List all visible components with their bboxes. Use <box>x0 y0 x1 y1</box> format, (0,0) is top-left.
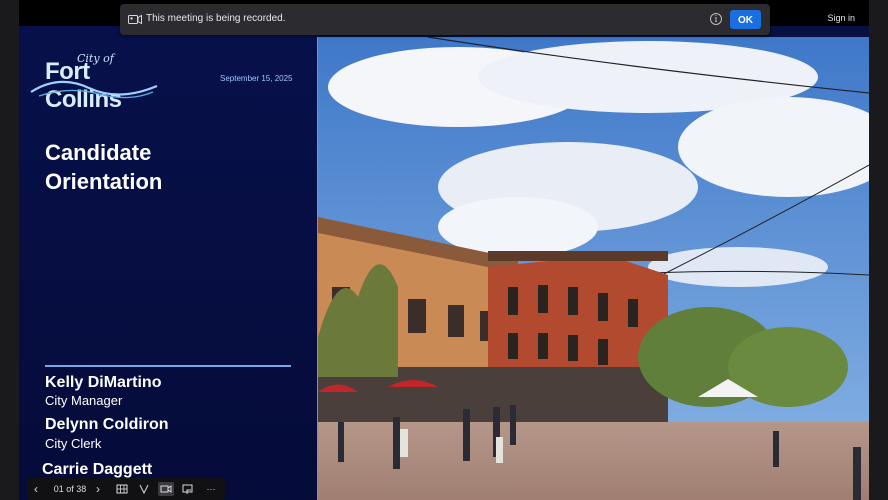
presenter-name: Kelly DiMartino <box>45 374 162 391</box>
recording-camera-icon <box>128 14 142 25</box>
share-screen-icon <box>182 484 193 494</box>
slide-title: Candidate Orientation <box>45 138 275 196</box>
viewer-frame: Sign in City of Fort Collins September 1… <box>0 0 888 500</box>
logo-wave-icon <box>30 80 158 99</box>
page-indicator[interactable]: 01 of 38 <box>47 482 93 496</box>
camera-toggle-button[interactable] <box>158 482 174 496</box>
video-camera-icon <box>160 485 172 493</box>
more-options-button[interactable]: ··· <box>203 482 219 496</box>
ok-button[interactable]: OK <box>730 10 761 29</box>
city-logo: City of Fort Collins <box>29 52 164 113</box>
presenter-name: Delynn Coldiron <box>45 416 169 433</box>
slide-title-line2: Orientation <box>45 169 163 194</box>
pen-tool-button[interactable] <box>137 482 151 496</box>
pen-icon <box>139 484 149 495</box>
sign-in-link[interactable]: Sign in <box>827 13 855 23</box>
old-town-photo <box>318 37 869 500</box>
recording-message: This meeting is being recorded. <box>146 13 286 24</box>
previous-slide-button[interactable]: ‹ <box>31 482 41 496</box>
presenter-role: City Clerk <box>45 436 102 451</box>
street-scene-image <box>318 37 869 500</box>
share-button[interactable] <box>181 482 195 496</box>
title-divider <box>45 365 291 367</box>
next-slide-button[interactable]: › <box>93 482 103 496</box>
slide-title-line1: Candidate <box>45 140 152 165</box>
left-edge <box>0 0 19 500</box>
right-edge <box>869 0 888 500</box>
grid-view-button[interactable] <box>115 482 129 496</box>
slide-navigation-toolbar: ‹ 01 of 38 › ··· <box>27 478 225 500</box>
presenter-name: Carrie Daggett <box>42 461 153 478</box>
presentation-slide: City of Fort Collins September 15, 2025 … <box>19 26 869 500</box>
info-icon[interactable]: i <box>710 13 722 25</box>
slide-title-panel: City of Fort Collins September 15, 2025 … <box>19 26 317 500</box>
presenter-role: City Manager <box>45 393 123 408</box>
grid-view-icon <box>116 484 128 494</box>
recording-banner: This meeting is being recorded. i OK <box>120 4 770 35</box>
slide-date: September 15, 2025 <box>220 74 293 83</box>
